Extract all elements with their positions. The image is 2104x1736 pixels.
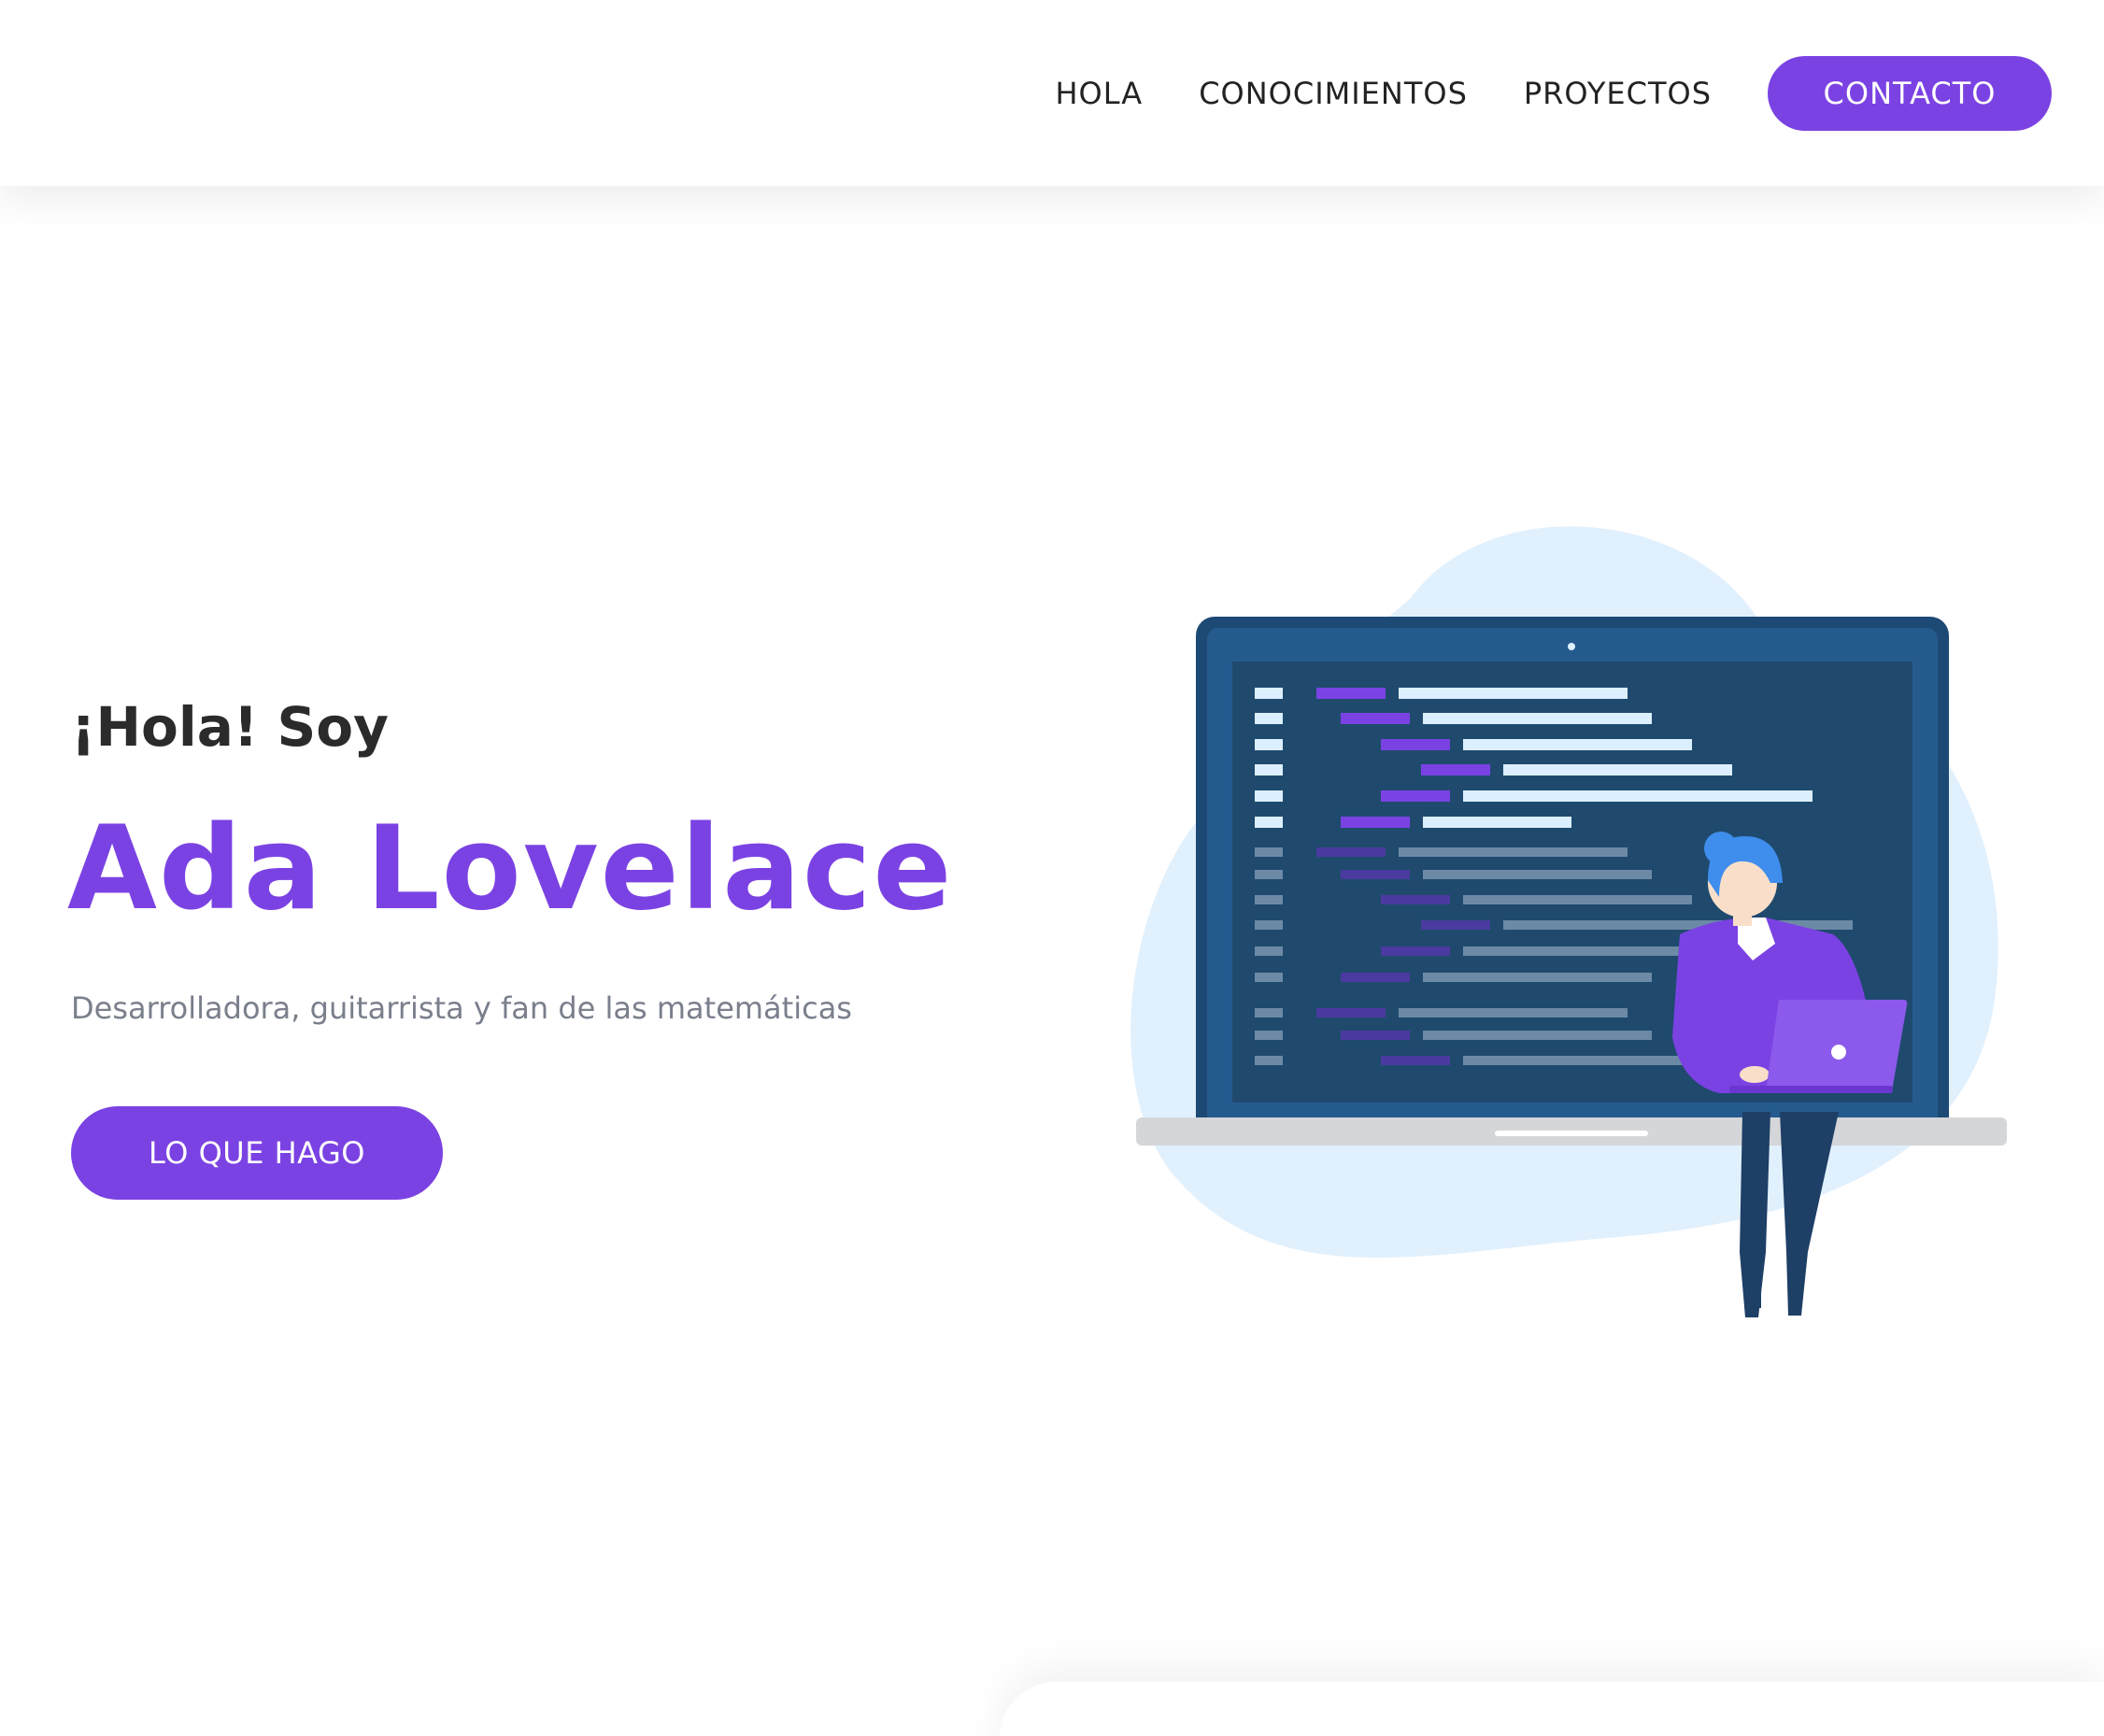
- next-section-edge: [1000, 1682, 2104, 1736]
- nav-link-hola[interactable]: HOLA: [1055, 76, 1143, 111]
- contact-button[interactable]: CONTACTO: [1768, 56, 2052, 131]
- developer-laptop-illustration: [1121, 514, 2018, 1336]
- main-nav: HOLA CONOCIMIENTOS PROYECTOS CONTACTO: [1055, 56, 2052, 131]
- nav-link-conocimientos[interactable]: CONOCIMIENTOS: [1199, 76, 1468, 111]
- hero-tagline: Desarrolladora, guitarrista y fan de las…: [71, 990, 852, 1026]
- hero-greeting: ¡Hola! Soy: [71, 695, 389, 759]
- site-header: HOLA CONOCIMIENTOS PROYECTOS CONTACTO: [0, 0, 2104, 186]
- page: HOLA CONOCIMIENTOS PROYECTOS CONTACTO ¡H…: [0, 0, 2104, 1736]
- hero-name: Ada Lovelace: [67, 802, 954, 936]
- illustration-svg: [1130, 526, 2007, 1317]
- what-i-do-button[interactable]: LO QUE HAGO: [71, 1106, 443, 1200]
- nav-link-proyectos[interactable]: PROYECTOS: [1524, 76, 1712, 111]
